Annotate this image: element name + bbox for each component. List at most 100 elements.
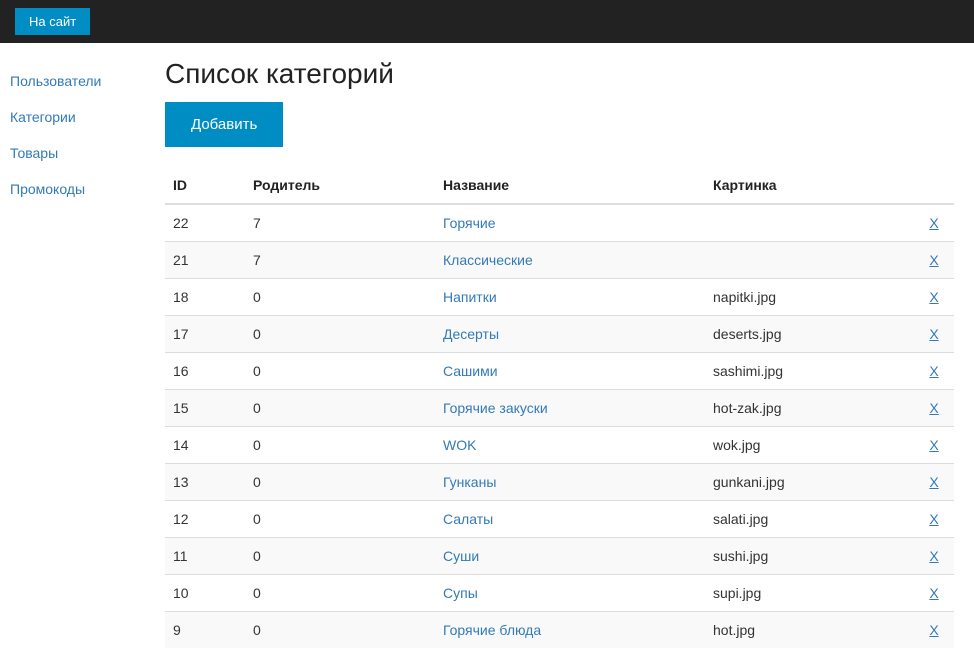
sidebar-item-promocodes[interactable]: Промокоды <box>10 171 155 207</box>
cell-id: 11 <box>165 538 245 575</box>
category-link[interactable]: Горячие блюда <box>443 622 541 638</box>
cell-delete: X <box>914 390 954 427</box>
cell-parent: 0 <box>245 538 435 575</box>
table-row: 170 Десерты deserts.jpg X <box>165 316 954 353</box>
site-link-button[interactable]: На сайт <box>15 8 90 35</box>
table-row: 140WOKwok.jpgX <box>165 427 954 464</box>
cell-image: gunkani.jpg <box>705 464 914 501</box>
cell-id: 17 <box>165 316 245 353</box>
cell-name: Салаты <box>435 501 705 538</box>
cell-image <box>705 204 914 242</box>
cell-name: Супы <box>435 575 705 612</box>
table-row: 180Напиткиnapitki.jpgX <box>165 279 954 316</box>
category-link[interactable]: Суши <box>443 548 479 564</box>
table-row: 90Горячие блюдаhot.jpgX <box>165 612 954 649</box>
cell-id: 16 <box>165 353 245 390</box>
cell-name: Горячие блюда <box>435 612 705 649</box>
table-row: 227ГорячиеX <box>165 204 954 242</box>
table-header-name: Название <box>435 167 705 204</box>
cell-delete: X <box>914 427 954 464</box>
sidebar-item-users[interactable]: Пользователи <box>10 63 155 99</box>
cell-parent: 0 <box>245 464 435 501</box>
table-header-id: ID <box>165 167 245 204</box>
category-link[interactable]: Классические <box>443 252 533 268</box>
category-link[interactable]: Гунканы <box>443 474 496 490</box>
category-link[interactable]: Десерты <box>443 326 499 342</box>
delete-button[interactable]: X <box>922 474 946 490</box>
delete-button[interactable]: X <box>922 511 946 527</box>
cell-delete: X <box>914 316 954 353</box>
delete-button[interactable]: X <box>922 400 946 416</box>
cell-id: 14 <box>165 427 245 464</box>
cell-image: wok.jpg <box>705 427 914 464</box>
cell-id: 12 <box>165 501 245 538</box>
cell-image: supi.jpg <box>705 575 914 612</box>
category-link[interactable]: Салаты <box>443 511 493 527</box>
delete-button[interactable]: X <box>922 215 946 231</box>
cell-id: 22 <box>165 204 245 242</box>
sidebar-item-categories[interactable]: Категории <box>10 99 155 135</box>
cell-name: Классические <box>435 242 705 279</box>
cell-parent: 0 <box>245 390 435 427</box>
cell-image: sashimi.jpg <box>705 353 914 390</box>
page-title: Список категорий <box>165 58 954 90</box>
delete-button[interactable]: X <box>922 585 946 601</box>
cell-image: salati.jpg <box>705 501 914 538</box>
category-link[interactable]: Супы <box>443 585 478 601</box>
cell-image: deserts.jpg <box>705 316 914 353</box>
category-link[interactable]: Сашими <box>443 363 498 379</box>
cell-id: 21 <box>165 242 245 279</box>
cell-parent: 0 <box>245 316 435 353</box>
category-link[interactable]: WOK <box>443 437 476 453</box>
delete-button[interactable]: X <box>922 326 946 342</box>
cell-name: WOK <box>435 427 705 464</box>
cell-parent: 7 <box>245 242 435 279</box>
cell-name: Суши <box>435 538 705 575</box>
cell-delete: X <box>914 538 954 575</box>
category-link[interactable]: Напитки <box>443 289 497 305</box>
sidebar: Пользователи Категории Товары Промокоды <box>0 43 165 668</box>
delete-button[interactable]: X <box>922 363 946 379</box>
table-row: 100 Супы supi.jpg X <box>165 575 954 612</box>
table-header-image: Картинка <box>705 167 914 204</box>
cell-image <box>705 242 914 279</box>
cell-delete: X <box>914 279 954 316</box>
cell-name: Горячие <box>435 204 705 242</box>
cell-delete: X <box>914 242 954 279</box>
table-row: 110 Суши sushi.jpg X <box>165 538 954 575</box>
cell-image: sushi.jpg <box>705 538 914 575</box>
main-content: Список категорий Добавить ID Родитель На… <box>165 43 974 668</box>
sidebar-item-products[interactable]: Товары <box>10 135 155 171</box>
cell-parent: 0 <box>245 279 435 316</box>
table-row: 130 Гунканы gunkani.jpg X <box>165 464 954 501</box>
delete-button[interactable]: X <box>922 437 946 453</box>
cell-name: Сашими <box>435 353 705 390</box>
cell-delete: X <box>914 612 954 649</box>
delete-button[interactable]: X <box>922 252 946 268</box>
category-link[interactable]: Горячие закуски <box>443 400 548 416</box>
cell-id: 13 <box>165 464 245 501</box>
add-button[interactable]: Добавить <box>165 102 283 147</box>
cell-id: 18 <box>165 279 245 316</box>
cell-parent: 0 <box>245 353 435 390</box>
cell-name: Горячие закуски <box>435 390 705 427</box>
delete-button[interactable]: X <box>922 622 946 638</box>
cell-image: hot.jpg <box>705 612 914 649</box>
cell-delete: X <box>914 204 954 242</box>
cell-id: 15 <box>165 390 245 427</box>
topbar: На сайт <box>0 0 974 43</box>
cell-image: hot-zak.jpg <box>705 390 914 427</box>
cell-parent: 0 <box>245 575 435 612</box>
category-link[interactable]: Горячие <box>443 215 496 231</box>
cell-parent: 0 <box>245 501 435 538</box>
table-row: 150 Горячие закуски hot-zak.jpg X <box>165 390 954 427</box>
cell-name: Десерты <box>435 316 705 353</box>
delete-button[interactable]: X <box>922 548 946 564</box>
cell-delete: X <box>914 501 954 538</box>
cell-parent: 0 <box>245 612 435 649</box>
delete-button[interactable]: X <box>922 289 946 305</box>
cell-name: Гунканы <box>435 464 705 501</box>
cell-delete: X <box>914 464 954 501</box>
cell-delete: X <box>914 353 954 390</box>
cell-id: 10 <box>165 575 245 612</box>
